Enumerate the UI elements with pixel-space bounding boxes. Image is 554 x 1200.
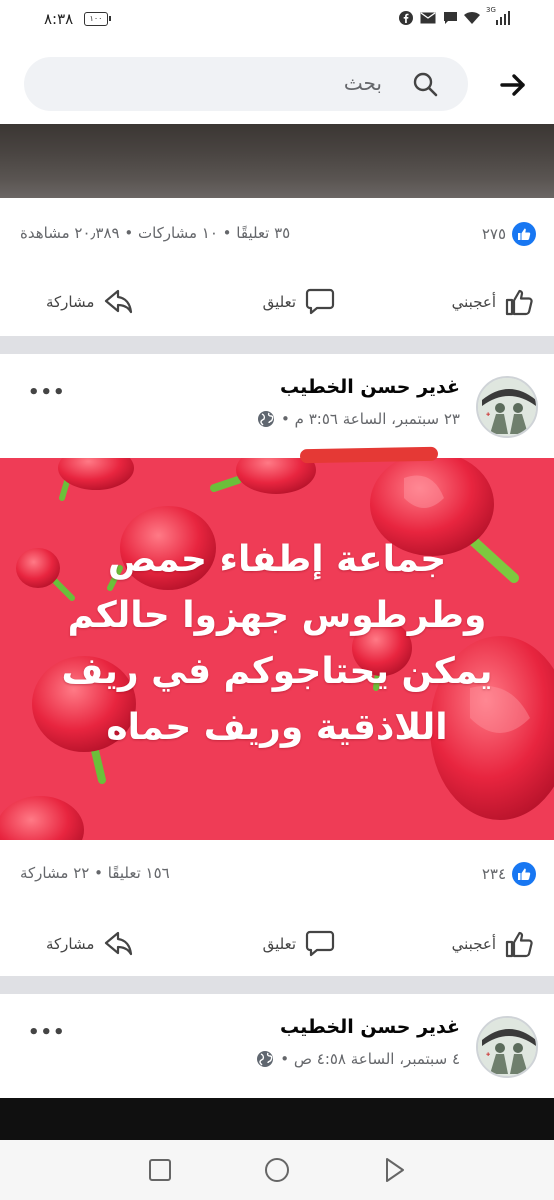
share-icon bbox=[105, 289, 133, 314]
globe-icon bbox=[257, 1051, 274, 1067]
post3-media[interactable] bbox=[0, 1098, 554, 1140]
like-button[interactable]: أعجبني bbox=[452, 924, 536, 964]
post-separator bbox=[0, 336, 554, 354]
likes-count: ٢٣٤ bbox=[481, 865, 506, 883]
author-name[interactable]: غدير حسن الخطيب bbox=[280, 1016, 460, 1038]
like-label: أعجبني bbox=[451, 935, 496, 953]
arrow-right-icon[interactable] bbox=[498, 70, 528, 100]
likes-count: ٢٧٥ bbox=[481, 225, 506, 243]
post-caption: جماعة إطفاء حمص وطرطوس جهزوا حالكم يمكن … bbox=[0, 532, 554, 756]
home-button[interactable] bbox=[263, 1156, 291, 1184]
reactions-summary[interactable]: ٢٣٤ bbox=[482, 862, 536, 886]
post-image[interactable]: جماعة إطفاء حمص وطرطوس جهزوا حالكم يمكن … bbox=[0, 458, 554, 840]
post2-header: ✚ غدير حسن الخطيب ٢٣ سبتمبر، الساعة ٣:٥٦… bbox=[0, 368, 554, 448]
more-options-icon[interactable]: ••• bbox=[28, 1022, 66, 1043]
post1-actions: أعجبني تعليق مشاركة bbox=[0, 282, 554, 332]
share-label: مشاركة bbox=[46, 935, 95, 953]
mail-icon bbox=[420, 10, 436, 26]
caption-line: يمكن يحتاجوكم في ريف bbox=[61, 651, 493, 692]
comment-label: تعليق bbox=[262, 293, 296, 311]
post3-header: ✚ غدير حسن الخطيب ٤ سبتمبر، الساعة ٤:٥٨ … bbox=[0, 1008, 554, 1088]
comment-label: تعليق bbox=[262, 935, 296, 953]
recent-apps-button[interactable] bbox=[146, 1156, 174, 1184]
post-time: ٢٣ سبتمبر، الساعة ٣:٥٦ م • bbox=[281, 410, 460, 428]
share-label: مشاركة bbox=[46, 293, 95, 311]
status-time: ٨:٣٨ bbox=[44, 10, 74, 28]
search-header: بحث bbox=[0, 44, 554, 124]
post-photo[interactable] bbox=[0, 124, 554, 198]
comment-button[interactable]: تعليق bbox=[263, 282, 336, 322]
share-icon bbox=[105, 931, 133, 956]
facebook-icon bbox=[398, 10, 414, 26]
post-time: ٤ سبتمبر، الساعة ٤:٥٨ ص • bbox=[280, 1050, 460, 1068]
battery-icon: ١٠٠ bbox=[84, 12, 111, 26]
thumbs-up-icon bbox=[505, 931, 533, 958]
status-bar: ٨:٣٨ ١٠٠ 3G bbox=[0, 0, 554, 44]
post-timestamp[interactable]: ٢٣ سبتمبر، الساعة ٣:٥٦ م • bbox=[257, 410, 460, 428]
system-navigation-bar bbox=[0, 1140, 554, 1200]
like-reaction-icon bbox=[512, 222, 536, 246]
highlight-mark bbox=[299, 446, 439, 464]
post-timestamp[interactable]: ٤ سبتمبر، الساعة ٤:٥٨ ص • bbox=[256, 1050, 460, 1068]
reactions-summary[interactable]: ٢٧٥ bbox=[482, 222, 536, 246]
more-options-icon[interactable]: ••• bbox=[28, 382, 66, 403]
search-placeholder: بحث bbox=[343, 71, 382, 95]
status-icons: 3G bbox=[398, 6, 510, 26]
svg-text:✚: ✚ bbox=[486, 412, 490, 418]
globe-icon bbox=[258, 411, 275, 427]
share-button[interactable]: مشاركة bbox=[46, 924, 134, 964]
comment-button[interactable]: تعليق bbox=[263, 924, 336, 964]
back-button[interactable] bbox=[380, 1156, 408, 1184]
signal-icon: 3G bbox=[486, 6, 510, 26]
author-name[interactable]: غدير حسن الخطيب bbox=[280, 376, 460, 398]
post1-stats: ٢٧٥ ٣٥ تعليقًا • ١٠ مشاركات • ٢٠٫٣٨٩ مشا… bbox=[0, 222, 554, 252]
post2-actions: أعجبني تعليق مشاركة bbox=[0, 924, 554, 974]
search-input[interactable]: بحث bbox=[24, 57, 468, 111]
caption-line: جماعة إطفاء حمص bbox=[107, 539, 447, 580]
like-reaction-icon bbox=[512, 862, 536, 886]
caption-line: وطرطوس جهزوا حالكم bbox=[67, 595, 487, 636]
thumbs-up-icon bbox=[505, 289, 533, 316]
post-meta[interactable]: ٣٥ تعليقًا • ١٠ مشاركات • ٢٠٫٣٨٩ مشاهدة bbox=[20, 224, 290, 242]
wifi-icon bbox=[464, 10, 480, 26]
search-icon bbox=[413, 72, 438, 97]
avatar[interactable]: ✚ bbox=[476, 1016, 538, 1078]
share-button[interactable]: مشاركة bbox=[46, 282, 134, 322]
network-type: 3G bbox=[486, 6, 496, 14]
comment-icon bbox=[305, 930, 335, 957]
comment-icon bbox=[305, 288, 335, 315]
caption-line: اللاذقية وريف حماه bbox=[106, 707, 448, 748]
like-button[interactable]: أعجبني bbox=[452, 282, 536, 322]
post-meta[interactable]: ١٥٦ تعليقًا • ٢٢ مشاركة bbox=[20, 864, 170, 882]
like-label: أعجبني bbox=[451, 293, 496, 311]
post-separator bbox=[0, 976, 554, 994]
post2-stats: ٢٣٤ ١٥٦ تعليقًا • ٢٢ مشاركة bbox=[0, 862, 554, 892]
svg-text:✚: ✚ bbox=[486, 1052, 490, 1058]
avatar[interactable]: ✚ bbox=[476, 376, 538, 438]
message-icon bbox=[442, 10, 458, 26]
